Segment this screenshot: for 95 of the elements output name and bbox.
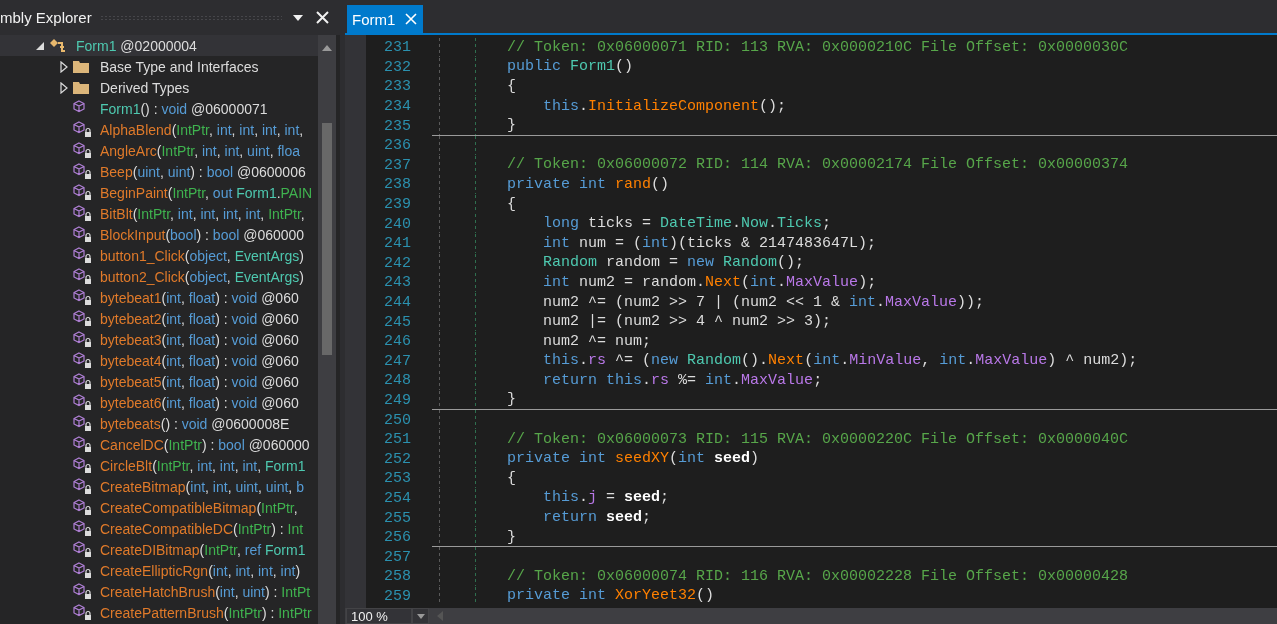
code-line: this.j = seed; [542, 489, 670, 507]
code-line: num2 ^= num; [542, 332, 652, 350]
line-number: 231 [383, 39, 411, 57]
scrollbar-track[interactable] [318, 35, 336, 624]
line-number: 252 [383, 450, 411, 468]
tree-item[interactable]: CreateCompatibleBitmap(IntPtr, [100, 499, 298, 516]
class-icon [48, 36, 68, 55]
code-line: } [507, 117, 516, 135]
code-line: this.rs ^= (new Random().Next(int.MinValue, int.MaxValue) ^ num2); [542, 352, 1138, 370]
code-line: } [507, 391, 516, 409]
line-number: 259 [383, 587, 411, 605]
code-line: num2 ^= (num2 >> 7 | (num2 << 1 & int.MaxValue)); [542, 293, 985, 311]
line-number: 237 [383, 156, 411, 174]
tree-item[interactable]: Form1() : void @06000071 [100, 100, 268, 117]
panel-title: mbly Explorer [0, 9, 92, 26]
tree-item[interactable]: AngleArc(IntPtr, int, int, uint, floa [100, 142, 301, 159]
line-number: 240 [383, 215, 411, 233]
code-line: public Form1() [507, 58, 634, 76]
tree-item[interactable]: CreateEllipticRgn(int, int, int, int) [100, 562, 301, 579]
folder-icon [72, 80, 90, 95]
tree-item[interactable]: BeginPaint(IntPtr, out Form1.PAIN [100, 184, 313, 201]
line-number: 245 [383, 313, 411, 331]
tree-item[interactable]: button1_Click(object, EventArgs) [100, 247, 304, 264]
tree-item[interactable]: button2_Click(object, EventArgs) [100, 268, 304, 285]
code-line: private int XorYeet32() [507, 587, 715, 605]
folder-icon [72, 59, 90, 74]
code-line: return seed; [542, 509, 652, 527]
line-number: 233 [383, 78, 411, 96]
code-line: Random random = new Random(); [542, 254, 805, 272]
code-line: // Token: 0x06000074 RID: 116 RVA: 0x00002228 File Offset: 0x00000428 [507, 567, 1129, 585]
code-line: private int seedXY(int seed) [507, 450, 760, 468]
line-number: 251 [383, 431, 411, 449]
tree-item[interactable]: Derived Types [100, 79, 190, 96]
tree-item[interactable]: AlphaBlend(IntPtr, int, int, int, int, [100, 121, 304, 138]
tree-item[interactable]: CreateHatchBrush(int, uint) : IntPt [100, 583, 311, 600]
code-line: // Token: 0x06000073 RID: 115 RVA: 0x0000220C File Offset: 0x0000040C [507, 430, 1129, 448]
tree-item[interactable]: bytebeat5(int, float) : void @060 [100, 373, 299, 390]
line-number: 235 [383, 117, 411, 135]
zoom-dropdown[interactable]: 100 % [346, 608, 412, 624]
line-number: 238 [383, 176, 411, 194]
line-number: 254 [383, 489, 411, 507]
code-line: this.InitializeComponent(); [542, 97, 787, 115]
line-number: 239 [383, 196, 411, 214]
editor-tab[interactable]: Form1 [347, 5, 424, 33]
code-line: } [507, 528, 516, 546]
tree-item[interactable]: bytebeat6(int, float) : void @060 [100, 394, 299, 411]
code-line: { [507, 469, 516, 487]
tree-item[interactable]: CreateCompatibleDC(IntPtr) : Int [100, 520, 304, 537]
code-line: // Token: 0x06000072 RID: 114 RVA: 0x00002174 File Offset: 0x00000374 [507, 156, 1129, 174]
code-line: num2 |= (num2 >> 4 ^ num2 >> 3); [542, 313, 832, 331]
code-line: return this.rs %= int.MaxValue; [542, 371, 823, 389]
code-line: int num2 = random.Next(int.MaxValue); [542, 273, 877, 291]
code-line: { [507, 78, 516, 95]
code-line: private int rand() [507, 175, 670, 193]
tree-item[interactable]: bytebeat4(int, float) : void @060 [100, 352, 299, 369]
close-icon[interactable] [314, 9, 330, 26]
tree-item[interactable]: CreatePatternBrush(IntPtr) : IntPtr [100, 604, 312, 621]
line-number: 241 [383, 235, 411, 253]
line-number: 253 [383, 470, 411, 488]
line-number: 255 [383, 509, 411, 527]
tree-item[interactable]: bytebeat2(int, float) : void @060 [100, 310, 299, 327]
caret-icon[interactable] [412, 608, 429, 624]
line-number: 243 [383, 274, 411, 292]
line-number: 248 [383, 372, 411, 390]
line-number: 246 [383, 333, 411, 351]
tree-item[interactable]: CreateBitmap(int, int, uint, uint, b [100, 478, 304, 495]
tree-item[interactable]: CreateDIBitmap(IntPtr, ref Form1 [100, 541, 306, 558]
tree-item[interactable]: BlockInput(bool) : bool @060000 [100, 226, 305, 243]
line-number: 247 [383, 352, 411, 370]
tree-item[interactable]: CancelDC(IntPtr) : bool @060000 [100, 436, 310, 453]
tree-item[interactable]: bytebeat1(int, float) : void @060 [100, 289, 299, 306]
line-number: 256 [383, 529, 411, 547]
line-number: 250 [383, 411, 411, 429]
tree-item[interactable]: Base Type and Interfaces [100, 58, 259, 75]
line-number: 234 [383, 98, 411, 116]
code-line: // Token: 0x06000071 RID: 113 RVA: 0x0000210C File Offset: 0x0000030C [507, 38, 1129, 56]
code-line: long ticks = DateTime.Now.Ticks; [542, 215, 832, 233]
line-number: 249 [383, 392, 411, 409]
line-number: 257 [383, 548, 411, 566]
tree-item[interactable]: bytebeats() : void @0600008E [100, 415, 290, 432]
collapsed-arrow-icon[interactable] [60, 60, 68, 73]
line-number: 236 [383, 137, 411, 155]
code-line: { [507, 195, 516, 213]
tree-item[interactable]: bytebeat3(int, float) : void @060 [100, 331, 299, 348]
line-number: 244 [383, 294, 411, 311]
line-number: 232 [383, 58, 411, 76]
code-line: int num = (int)(ticks & 2147483647L); [542, 234, 877, 252]
line-number: 242 [383, 254, 411, 272]
tree-item[interactable]: CircleBlt(IntPtr, int, int, int, Form1 [100, 457, 306, 474]
tree-item[interactable]: Beep(uint, uint) : bool @0600006 [100, 163, 306, 180]
scrollbar-thumb[interactable] [322, 123, 332, 355]
collapsed-arrow-icon[interactable] [60, 81, 68, 94]
expanded-arrow-icon[interactable] [35, 40, 45, 51]
line-number: 258 [383, 568, 411, 586]
tree-item[interactable]: BitBlt(IntPtr, int, int, int, int, IntPtr, [100, 205, 305, 222]
